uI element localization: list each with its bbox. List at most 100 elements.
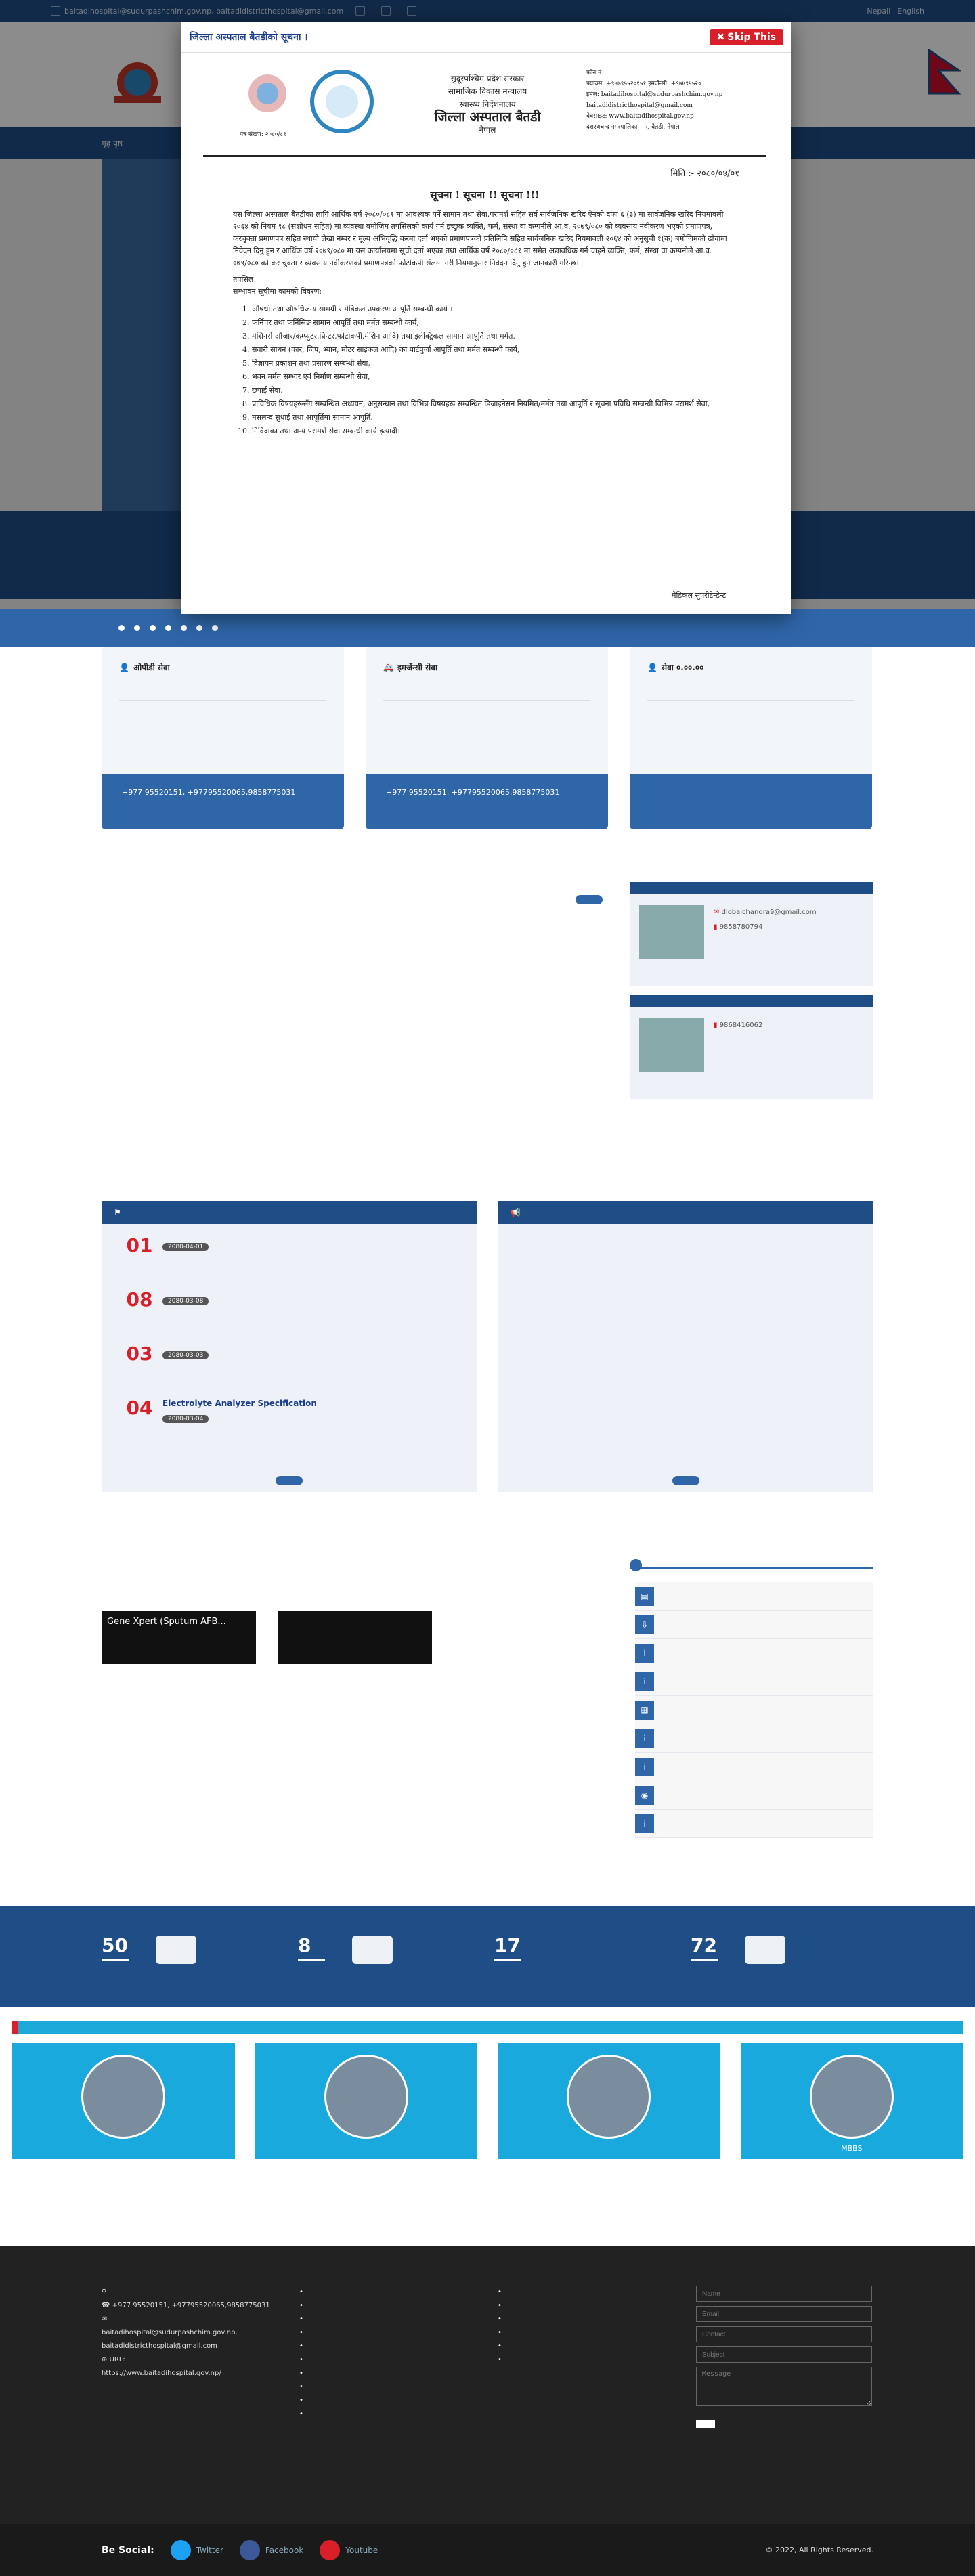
officer-photo [639,905,704,959]
info-icon: i [635,1757,654,1776]
slider-dot[interactable] [196,625,202,631]
staff-card[interactable] [498,2043,720,2159]
footer-links [299,2276,469,2421]
modal-title: जिल्ला अस्पताल बैतडीको सूचना । [190,32,308,43]
subject-field[interactable] [696,2346,872,2363]
service-cards: 👤 ओपीडी सेवा +977 95520151, +97795520065,… [102,647,873,829]
footer-links-2 [498,2276,633,2367]
officer-sidebar: ✉ dlobalchandra9@gmail.com ▮ 9858780794 … [630,882,873,1108]
slider-dot[interactable] [150,625,156,631]
email-field[interactable] [696,2306,872,2322]
news-item[interactable]: 01 2080-04-01 [102,1224,477,1278]
news-item[interactable]: 03 2080-03-03 [102,1332,477,1387]
contact-field[interactable] [696,2326,872,2342]
info-icon: i [635,1643,654,1663]
service-card-emergency: 🚑 इमर्जेन्सी सेवा +977 95520151, +9779552… [366,647,608,829]
view-all-notices-button[interactable] [672,1476,699,1485]
service-card-3: 👤 सेवा ०.००.०० [630,647,872,829]
modal-header: जिल्ला अस्पताल बैतडीको सूचना । ✖ Skip Thi… [181,22,791,53]
gallery-item[interactable] [278,1611,432,1664]
staff-card[interactable] [255,2043,477,2159]
slider-dot[interactable] [181,625,187,631]
phone-icon: ☎ [102,2302,112,2309]
letter-date: मिति :- २०८०/०४/०१ [670,169,739,179]
gallery-item[interactable]: Gene Xpert (Sputum AFB... [102,1611,256,1664]
info-icon: i [635,1814,654,1833]
submit-button[interactable] [696,2420,715,2428]
mail-icon: ✉ [102,2315,108,2323]
officer-card: ▮ 9868416062 [630,995,873,1099]
footer-contact-form [696,2276,873,2429]
quick-link[interactable]: i [635,1667,873,1696]
officer-photo [639,1018,704,1072]
read-more-button[interactable] [576,895,603,904]
staff-card[interactable] [12,2043,235,2159]
letterhead-center: सुदूरपश्चिम प्रदेश सरकार सामाजिक विकास म… [434,74,541,135]
eye-icon: ◉ [635,1785,654,1805]
facebook-link[interactable]: Facebook [239,2539,303,2560]
quick-link[interactable]: i [635,1639,873,1667]
news-item[interactable]: 08 2080-03-08 [102,1278,477,1332]
stats-bar: 50 8 17 72 [0,1906,975,2007]
staff-section: MBBS [12,2021,963,2159]
location-icon: ⚲ [102,2288,107,2296]
be-social-label: Be Social: [102,2544,154,2556]
stat-item: 50 [102,1934,284,1965]
letterhead-contact: फोन नं. फ्याक्स: +९७७९५५२०१५१ इमर्जेन्सी… [586,70,723,131]
news-section: ⚑ 01 2080-04-01 08 2080-03-08 03 2080-03… [102,1185,873,1492]
quick-link[interactable]: ⇩ [635,1611,873,1639]
link-icon: ▤ [635,1586,654,1606]
twitter-link[interactable]: Twitter [170,2539,223,2560]
notice-column: 📢 [498,1201,873,1492]
staff-title [12,2021,963,2034]
info-icon: i [635,1672,654,1691]
officer-card: ✉ dlobalchandra9@gmail.com ▮ 9858780794 [630,882,873,986]
ambulance-icon: 🚑 [383,662,393,672]
avatar [809,2055,894,2139]
phone-icon: ▮ [714,1022,720,1029]
slider-dot[interactable] [118,625,125,631]
name-field[interactable] [696,2286,872,2302]
slider-dot[interactable] [212,625,218,631]
flag-icon: ⚑ [114,1208,121,1217]
quick-link[interactable]: ▦ [635,1696,873,1724]
cart-icon: ▦ [635,1700,654,1720]
copyright: © 2022, All Rights Reserved. [765,2546,873,2554]
gallery-section: Gene Xpert (Sputum AFB... [102,1591,576,1664]
quick-link[interactable]: i [635,1724,873,1753]
user-icon: 👤 [647,662,657,672]
letterhead: पत्र संख्या: २०८०/८१ सुदूरपश्चिम प्रदेश … [203,56,766,157]
site-footer: ⚲ ☎ +977 95520151, +97795520065,98587750… [0,2246,975,2524]
card-footer: +977 95520151, +97795520065,9858775031 [366,774,608,829]
quick-links: ▤ ⇩ i i ▦ i i ◉ i [630,1559,873,1838]
message-field[interactable] [696,2367,872,2406]
avatar [324,2055,408,2139]
news-item[interactable]: 04 Electrolyte Analyzer Specification 208… [102,1387,477,1441]
staff-card[interactable]: MBBS [740,2043,963,2159]
avatar [567,2055,651,2139]
letter-body: यस जिल्ला अस्पताल बैतडीका लागि आर्थिक वर… [203,209,766,437]
about-section [102,880,603,907]
footer-contact: ⚲ ☎ +977 95520151, +97795520065,98587750… [102,2276,278,2380]
quick-link[interactable]: ◉ [635,1781,873,1810]
card-footer: +977 95520151, +97795520065,9858775031 [102,774,344,829]
globe-icon: ⊕ [102,2356,110,2363]
quick-link[interactable]: ▤ [635,1582,873,1611]
work-list: औषधी तथा औषधिजन्य सामग्री र मेडिकल उपकरण… [233,303,737,437]
footer-url[interactable]: https://www.baitadihospital.gov.np/ [102,2367,278,2380]
quick-link[interactable]: i [635,1810,873,1838]
view-all-news-button[interactable] [276,1476,303,1485]
quick-link[interactable]: i [635,1753,873,1781]
slider-dot[interactable] [165,625,171,631]
health-logo [310,70,374,133]
skip-button[interactable]: ✖ Skip This [710,28,783,45]
slider-dot[interactable] [134,625,140,631]
letter-subject: सूचना ! सूचना !! सूचना !!! [430,189,540,201]
bed-icon [156,1935,196,1964]
letter-signature: मेडिकल सुपरीटेन्डेन्ट [671,591,726,600]
avatar [81,2055,166,2139]
doctor-icon [352,1935,393,1964]
news-column: ⚑ 01 2080-04-01 08 2080-03-08 03 2080-03… [102,1201,477,1492]
youtube-link[interactable]: Youtube [320,2539,378,2560]
card-footer [630,774,872,829]
